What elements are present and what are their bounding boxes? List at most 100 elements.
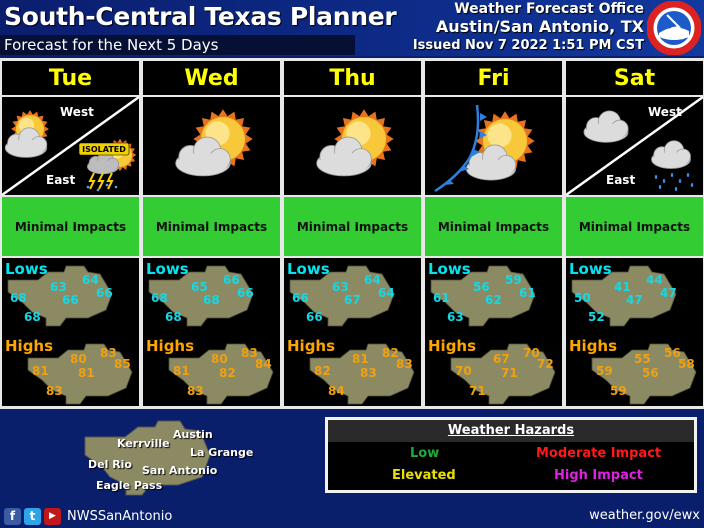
hazards-title: Weather Hazards bbox=[328, 420, 694, 442]
page-subtitle: Forecast for the Next 5 Days bbox=[4, 36, 219, 54]
header-banner: South-Central Texas Planner Forecast for… bbox=[0, 0, 704, 56]
high-temperature-value: 81 bbox=[352, 352, 369, 366]
high-temperature-value: 84 bbox=[328, 384, 345, 398]
facebook-icon[interactable]: f bbox=[4, 507, 21, 525]
high-temperature-value: 67 bbox=[493, 352, 510, 366]
high-temperature-value: 83 bbox=[360, 366, 377, 380]
high-temperature-value: 83 bbox=[187, 384, 204, 398]
low-temperature-value: 64 bbox=[82, 273, 99, 287]
office-line1: Weather Forecast Office bbox=[454, 1, 644, 17]
region-reference-map: Austin Kerrville La Grange Del Rio San A… bbox=[80, 415, 280, 515]
temperature-maps-cell: Lows Highs 44 41 47 47 50 52 56 55 58 56 59 59 bbox=[566, 258, 703, 406]
low-temperature-value: 66 bbox=[306, 310, 323, 324]
forecast-grid: Tue ISOLATED West East Minimal Impacts Lows… bbox=[0, 58, 704, 409]
low-temperature-value: 44 bbox=[646, 273, 663, 287]
weather-icon-cell: West East bbox=[566, 97, 703, 195]
east-label: East bbox=[46, 173, 76, 187]
low-temperature-value: 59 bbox=[505, 273, 522, 287]
low-temperature-value: 64 bbox=[378, 286, 395, 300]
lows-label: Lows bbox=[146, 260, 189, 278]
low-temperature-value: 66 bbox=[237, 286, 254, 300]
high-temperature-value: 81 bbox=[173, 364, 190, 378]
low-temperature-value: 68 bbox=[24, 310, 41, 324]
city-label-san-antonio: San Antonio bbox=[142, 464, 218, 477]
nws-logo-icon bbox=[647, 1, 701, 55]
weather-hazards-legend: Weather Hazards Low Moderate Impact Elev… bbox=[325, 417, 697, 493]
city-label-kerrville: Kerrville bbox=[117, 437, 170, 450]
low-temperature-value: 66 bbox=[223, 273, 240, 287]
city-label-del-rio: Del Rio bbox=[88, 458, 132, 471]
hazard-level-high: High Impact bbox=[554, 468, 643, 483]
city-label-eagle-pass: Eagle Pass bbox=[96, 479, 163, 492]
high-temperature-value: 80 bbox=[70, 352, 87, 366]
high-temperature-value: 55 bbox=[634, 352, 651, 366]
weather-icon-cell bbox=[284, 97, 421, 195]
social-handle[interactable]: NWSSanAntonio bbox=[67, 509, 172, 524]
high-temperature-value: 82 bbox=[219, 366, 236, 380]
lows-label: Lows bbox=[5, 260, 48, 278]
low-temperature-value: 50 bbox=[574, 291, 591, 305]
high-temperature-value: 83 bbox=[396, 357, 413, 371]
high-temperature-value: 59 bbox=[610, 384, 627, 398]
weather-icon-cell bbox=[425, 97, 562, 195]
low-temperature-value: 52 bbox=[588, 310, 605, 324]
low-temperature-value: 66 bbox=[292, 291, 309, 305]
low-temperature-value: 41 bbox=[614, 280, 631, 294]
mostly-sunny-icon bbox=[143, 97, 280, 195]
high-temperature-value: 56 bbox=[642, 366, 659, 380]
low-temperature-value: 66 bbox=[96, 286, 113, 300]
high-temperature-value: 81 bbox=[78, 366, 95, 380]
low-temperature-value: 67 bbox=[344, 293, 361, 307]
high-temperature-value: 58 bbox=[678, 357, 695, 371]
city-label-austin: Austin bbox=[173, 428, 213, 441]
hazard-level-elevated: Elevated bbox=[392, 468, 456, 483]
region-temperature-map bbox=[148, 265, 274, 405]
svg-text:ISOLATED: ISOLATED bbox=[82, 145, 126, 154]
west-label: West bbox=[60, 105, 94, 119]
highs-label: Highs bbox=[287, 337, 336, 355]
low-temperature-value: 65 bbox=[191, 280, 208, 294]
region-temperature-map bbox=[430, 265, 556, 405]
lows-label: Lows bbox=[287, 260, 330, 278]
high-temperature-value: 71 bbox=[469, 384, 486, 398]
temperature-maps-cell: Lows Highs 64 63 64 67 66 66 82 81 83 83 82 84 bbox=[284, 258, 421, 406]
twitter-icon[interactable]: t bbox=[24, 507, 41, 525]
high-temperature-value: 70 bbox=[455, 364, 472, 378]
low-temperature-value: 66 bbox=[62, 293, 79, 307]
low-temperature-value: 63 bbox=[50, 280, 67, 294]
youtube-icon[interactable]: ▶ bbox=[44, 507, 61, 525]
website-link[interactable]: weather.gov/ewx bbox=[589, 508, 700, 523]
impact-level-badge: Minimal Impacts bbox=[143, 197, 280, 256]
impact-level-badge: Minimal Impacts bbox=[284, 197, 421, 256]
high-temperature-value: 84 bbox=[255, 357, 272, 371]
low-temperature-value: 63 bbox=[332, 280, 349, 294]
high-temperature-value: 82 bbox=[314, 364, 331, 378]
day-name: Fri bbox=[425, 61, 562, 95]
low-temperature-value: 63 bbox=[447, 310, 464, 324]
low-temperature-value: 62 bbox=[485, 293, 502, 307]
temperature-maps-cell: Lows Highs 64 63 66 66 68 68 83 80 85 81 81 83 bbox=[2, 258, 139, 406]
day-column-fri: Fri Minimal Impacts Lows Highs 59 56 61 62 61 63… bbox=[425, 58, 562, 409]
impact-level-badge: Minimal Impacts bbox=[566, 197, 703, 256]
highs-label: Highs bbox=[5, 337, 54, 355]
low-temperature-value: 64 bbox=[364, 273, 381, 287]
region-temperature-map bbox=[289, 265, 415, 405]
temperature-maps-cell: Lows Highs 59 56 61 62 61 63 70 67 72 71 70 71 bbox=[425, 258, 562, 406]
high-temperature-value: 72 bbox=[537, 357, 554, 371]
cold-front-partly-cloudy-icon bbox=[425, 97, 562, 195]
day-name: Tue bbox=[2, 61, 139, 95]
impact-level-badge: Minimal Impacts bbox=[2, 197, 139, 256]
weather-icon-cell bbox=[143, 97, 280, 195]
day-column-sat: Sat West East Minimal Impacts Lows Highs 44 41… bbox=[566, 58, 703, 409]
city-label-la-grange: La Grange bbox=[190, 446, 254, 459]
low-temperature-value: 68 bbox=[151, 291, 168, 305]
highs-label: Highs bbox=[146, 337, 195, 355]
high-temperature-value: 59 bbox=[596, 364, 613, 378]
low-temperature-value: 47 bbox=[626, 293, 643, 307]
weather-icon-cell: ISOLATED West East bbox=[2, 97, 139, 195]
low-temperature-value: 61 bbox=[519, 286, 536, 300]
high-temperature-value: 81 bbox=[32, 364, 49, 378]
high-temperature-value: 71 bbox=[501, 366, 518, 380]
high-temperature-value: 85 bbox=[114, 357, 131, 371]
west-label: West bbox=[648, 105, 682, 119]
